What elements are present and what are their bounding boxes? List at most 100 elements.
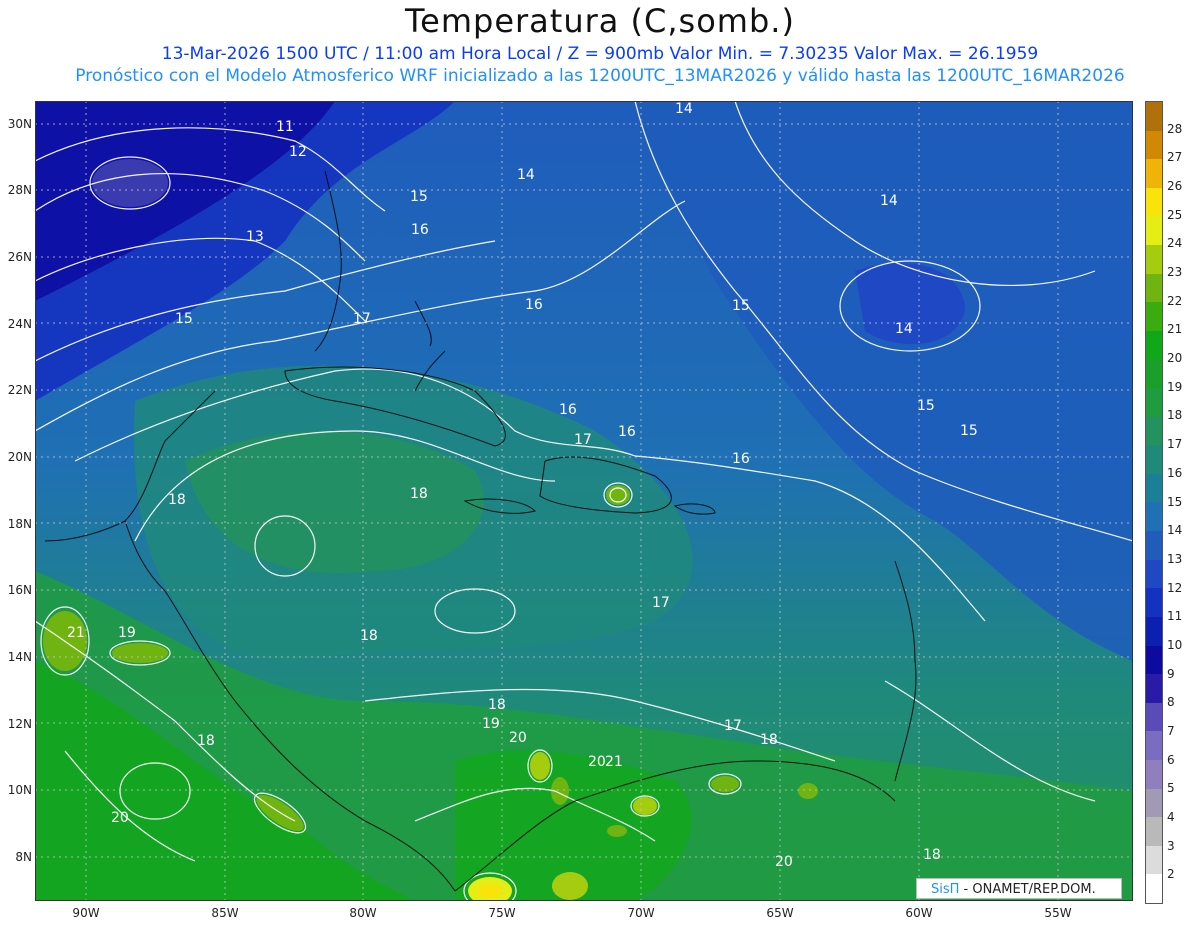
colorbar-swatch [1146, 702, 1162, 732]
lat-label: 14N [7, 650, 32, 664]
colorbar-swatch [1146, 388, 1162, 417]
colorbar-tick-label: 5 [1167, 781, 1175, 796]
colorbar-swatch [1146, 159, 1162, 188]
colorbar-tick-label: 6 [1167, 752, 1175, 767]
colorbar-tick-label: 25 [1167, 207, 1183, 222]
colorbar-tick-label: 15 [1167, 494, 1183, 509]
lat-label: 8N [15, 850, 32, 864]
contour-label: 16 [732, 451, 750, 467]
contour-label: 19 [482, 716, 500, 732]
colorbar-tick-label: 28 [1167, 121, 1183, 136]
colorbar-tick-label: 12 [1167, 580, 1183, 595]
colorbar-tick-label: 22 [1167, 293, 1183, 308]
colorbar-swatch [1146, 502, 1162, 532]
contour-label: 17 [724, 718, 742, 734]
valid-time-line: 13-Mar-2026 1500 UTC / 11:00 am Hora Loc… [161, 44, 1039, 64]
map-title: Temperatura (C,somb.) [405, 2, 795, 40]
lat-label: 16N [7, 583, 32, 597]
contour-label: 16 [411, 222, 429, 238]
colorbar-swatch [1146, 674, 1162, 703]
colorbar-tick-label: 19 [1167, 379, 1183, 394]
colorbar-tick-label: 4 [1167, 809, 1175, 824]
contour-label: 18 [923, 847, 941, 863]
model-info-line: Pronóstico con el Modelo Atmosferico WRF… [75, 66, 1125, 86]
colorbar-tick-label: 7 [1167, 723, 1175, 738]
colorbar-swatch [1146, 130, 1162, 160]
colorbar-swatch [1146, 101, 1162, 131]
colorbar-swatch [1146, 216, 1162, 245]
contour-label: 16 [618, 424, 636, 440]
lat-label: 10N [7, 783, 32, 797]
colorbar-swatch [1146, 559, 1162, 589]
colorbar-swatch [1146, 817, 1162, 846]
contour-label: 14 [895, 321, 913, 337]
contour-label: 14 [517, 167, 535, 183]
contour-label: 20 [588, 754, 606, 770]
colorbar-tick-label: 26 [1167, 179, 1183, 194]
colorbar-tick-label: 13 [1167, 551, 1183, 566]
colorbar-tick-label: 20 [1167, 351, 1183, 366]
colorbar-swatch [1146, 845, 1162, 875]
lat-label: 18N [7, 517, 32, 531]
colorbar-tick-label: 18 [1167, 408, 1183, 423]
lon-label: 70W [627, 906, 655, 920]
contour-label: 18 [360, 628, 378, 644]
lat-label: 28N [7, 183, 32, 197]
contour-label: 18 [197, 733, 215, 749]
colorbar-tick-label: 23 [1167, 265, 1183, 280]
colorbar-tick-label: 21 [1167, 322, 1183, 337]
colorbar-swatch [1146, 874, 1162, 903]
onamet-credit: - ONAMET/REP.DOM. [959, 882, 1096, 897]
colorbar-swatch [1146, 645, 1162, 675]
contour-label: 18 [410, 486, 428, 502]
contour-label: 17 [353, 311, 371, 327]
lon-label: 85W [211, 906, 239, 920]
colorbar-swatch [1146, 731, 1162, 760]
colorbar-swatch [1146, 273, 1162, 303]
contour-label: 18 [760, 732, 778, 748]
lat-label: 30N [7, 117, 32, 131]
lon-label: 75W [488, 906, 516, 920]
lat-label: 22N [7, 383, 32, 397]
contour-label: 15 [410, 189, 428, 205]
colorbar-swatch [1146, 473, 1162, 503]
lat-label: 12N [7, 717, 32, 731]
colorbar-swatch [1146, 616, 1162, 646]
contour-label: 16 [559, 402, 577, 418]
colorbar-tick-label: 3 [1167, 838, 1175, 853]
lat-label: 24N [7, 317, 32, 331]
lat-label: 26N [7, 250, 32, 264]
contour-label: 15 [732, 298, 750, 314]
onamet-logo: SisΠ - ONAMET/REP.DOM. [916, 878, 1122, 899]
colorbar-swatch [1146, 759, 1162, 789]
contour-label: 16 [525, 297, 543, 313]
lon-label: 55W [1044, 906, 1072, 920]
colorbar-tick-label: 16 [1167, 465, 1183, 480]
colorbar-swatch [1146, 588, 1162, 617]
colorbar-swatch [1146, 445, 1162, 474]
colorbar [1145, 101, 1163, 904]
contour-label: 21 [605, 754, 623, 770]
colorbar-swatch [1146, 788, 1162, 818]
lon-label: 60W [905, 906, 933, 920]
colorbar-tick-label: 8 [1167, 695, 1175, 710]
colorbar-swatch [1146, 531, 1162, 560]
contour-label: 14 [880, 193, 898, 209]
colorbar-tick-label: 17 [1167, 437, 1183, 452]
contour-label: 17 [652, 595, 670, 611]
contour-label: 20 [111, 810, 129, 826]
contour-label: 21 [67, 625, 85, 641]
colorbar-tick-label: 14 [1167, 523, 1183, 538]
colorbar-swatch [1146, 244, 1162, 274]
colorbar-tick-label: 24 [1167, 236, 1183, 251]
temperature-map[interactable]: 11 12 13 14 14 14 14 15 15 15 15 15 16 1… [35, 101, 1133, 901]
contour-label: 15 [960, 423, 978, 439]
contour-label: 15 [917, 398, 935, 414]
contour-label: 15 [175, 311, 193, 327]
contour-label: 14 [675, 101, 693, 117]
contour-label: 20 [775, 854, 793, 870]
colorbar-tick-label: 2 [1167, 867, 1175, 882]
contour-label: 12 [289, 144, 307, 160]
contour-label: 18 [168, 492, 186, 508]
contour-label: 11 [276, 119, 294, 135]
